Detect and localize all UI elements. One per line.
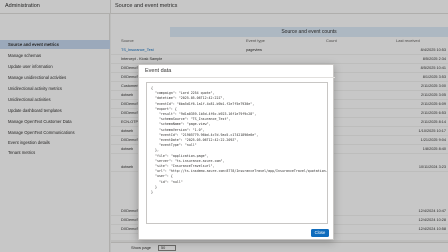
event-data-dialog: Event data { "campaign": "Lord 2254 quot…	[138, 64, 335, 240]
close-button[interactable]: Close	[311, 229, 329, 237]
dialog-title: Event data	[145, 68, 172, 74]
event-json-viewer[interactable]: { "campaign": "Lord 2254 quote", "dateti…	[146, 82, 328, 224]
dialog-divider	[139, 77, 335, 78]
json-line: "url": "http://ts.insdemo.azure.com:8778…	[151, 169, 328, 174]
json-line: }	[151, 190, 153, 195]
